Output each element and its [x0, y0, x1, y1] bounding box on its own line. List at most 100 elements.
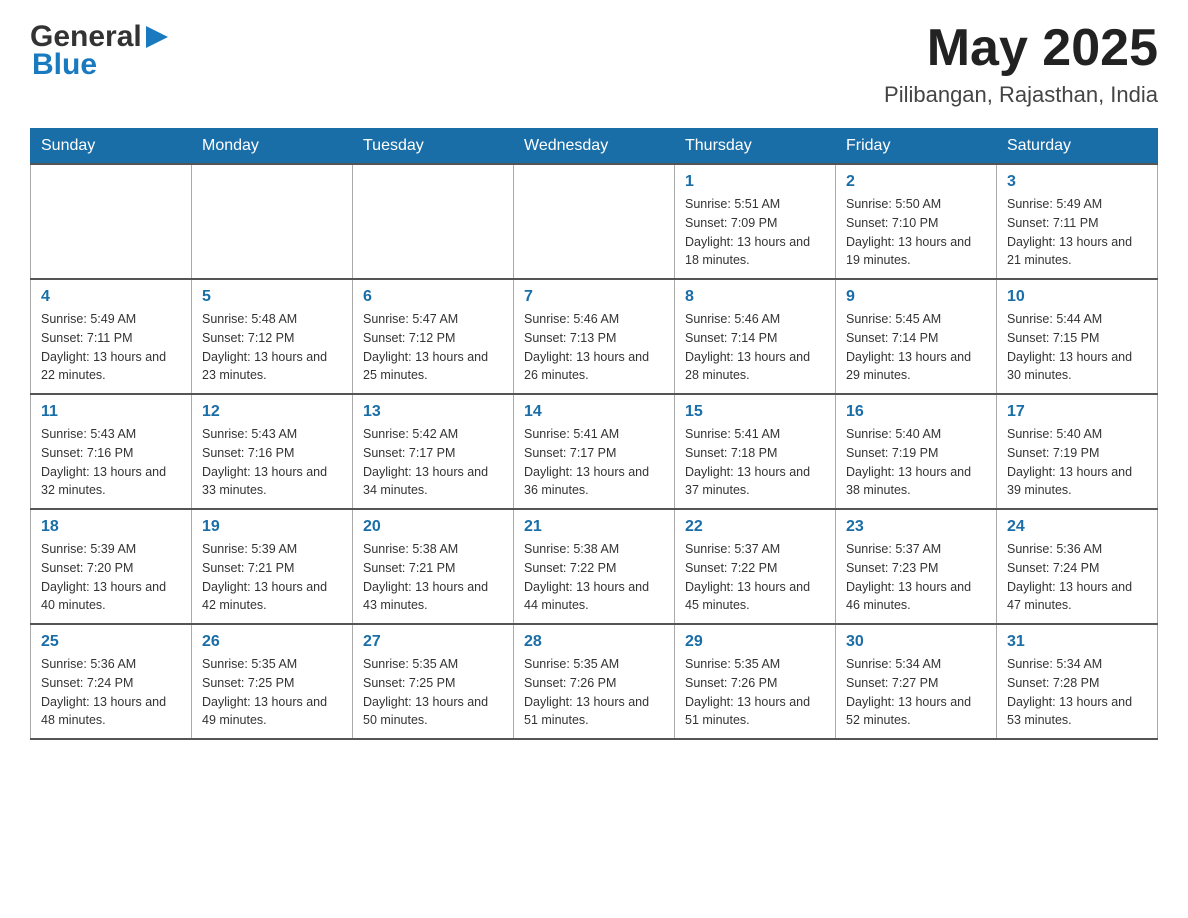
day-info: Sunrise: 5:35 AMSunset: 7:25 PMDaylight:…	[202, 655, 342, 730]
day-number: 14	[524, 403, 664, 421]
day-info: Sunrise: 5:34 AMSunset: 7:28 PMDaylight:…	[1007, 655, 1147, 730]
day-number: 29	[685, 633, 825, 651]
day-info: Sunrise: 5:43 AMSunset: 7:16 PMDaylight:…	[202, 425, 342, 500]
day-info: Sunrise: 5:34 AMSunset: 7:27 PMDaylight:…	[846, 655, 986, 730]
calendar-cell: 8 Sunrise: 5:46 AMSunset: 7:14 PMDaylight…	[675, 279, 836, 394]
calendar-cell: 21Sunrise: 5:38 AMSunset: 7:22 PMDayligh…	[514, 509, 675, 624]
calendar-cell: 20 Sunrise: 5:38 AMSunset: 7:21 PMDayligh…	[353, 509, 514, 624]
day-number: 9	[846, 288, 986, 306]
day-number: 20	[363, 518, 503, 536]
day-info: Sunrise: 5:49 AMSunset: 7:11 PMDaylight:…	[41, 310, 181, 385]
calendar-cell: 25 Sunrise: 5:36 AMSunset: 7:24 PMDayligh…	[31, 624, 192, 739]
logo-blue-text: Blue	[32, 48, 97, 82]
day-number: 7	[524, 288, 664, 306]
day-number: 31	[1007, 633, 1147, 651]
month-year-title: May 2025	[884, 20, 1158, 77]
calendar-cell	[31, 164, 192, 279]
calendar-cell: 17 Sunrise: 5:40 AMSunset: 7:19 PMDayligh…	[997, 394, 1158, 509]
day-number: 1	[685, 173, 825, 191]
day-number: 2	[846, 173, 986, 191]
day-info: Sunrise: 5:39 AMSunset: 7:20 PMDaylight:…	[41, 540, 181, 615]
logo: General Blue	[30, 20, 168, 82]
day-info: Sunrise: 5:46 AMSunset: 7:14 PMDaylight:…	[685, 310, 825, 385]
calendar-week-row: 11 Sunrise: 5:43 AMSunset: 7:16 PMDayligh…	[31, 394, 1158, 509]
calendar-cell: 26 Sunrise: 5:35 AMSunset: 7:25 PMDayligh…	[192, 624, 353, 739]
day-number: 26	[202, 633, 342, 651]
day-number: 16	[846, 403, 986, 421]
calendar-week-row: 1 Sunrise: 5:51 AMSunset: 7:09 PMDaylight…	[31, 164, 1158, 279]
day-info: Sunrise: 5:40 AMSunset: 7:19 PMDaylight:…	[1007, 425, 1147, 500]
day-number: 17	[1007, 403, 1147, 421]
day-number: 25	[41, 633, 181, 651]
day-info: Sunrise: 5:49 AMSunset: 7:11 PMDaylight:…	[1007, 195, 1147, 270]
calendar-cell: 16Sunrise: 5:40 AMSunset: 7:19 PMDayligh…	[836, 394, 997, 509]
day-info: Sunrise: 5:45 AMSunset: 7:14 PMDaylight:…	[846, 310, 986, 385]
calendar-cell: 11Sunrise: 5:43 AMSunset: 7:16 PMDayligh…	[31, 394, 192, 509]
calendar-cell: 30 Sunrise: 5:34 AMSunset: 7:27 PMDayligh…	[836, 624, 997, 739]
calendar-cell: 14 Sunrise: 5:41 AMSunset: 7:17 PMDayligh…	[514, 394, 675, 509]
day-number: 12	[202, 403, 342, 421]
day-number: 18	[41, 518, 181, 536]
calendar-cell: 28 Sunrise: 5:35 AMSunset: 7:26 PMDayligh…	[514, 624, 675, 739]
calendar-cell: 27Sunrise: 5:35 AMSunset: 7:25 PMDayligh…	[353, 624, 514, 739]
calendar-cell: 10Sunrise: 5:44 AMSunset: 7:15 PMDayligh…	[997, 279, 1158, 394]
calendar-day-header: Friday	[836, 129, 997, 165]
calendar-cell: 18 Sunrise: 5:39 AMSunset: 7:20 PMDayligh…	[31, 509, 192, 624]
day-info: Sunrise: 5:36 AMSunset: 7:24 PMDaylight:…	[41, 655, 181, 730]
day-number: 13	[363, 403, 503, 421]
calendar-cell: 3 Sunrise: 5:49 AMSunset: 7:11 PMDaylight…	[997, 164, 1158, 279]
page-header: General Blue May 2025 Pilibangan, Rajast…	[30, 20, 1158, 108]
day-info: Sunrise: 5:38 AMSunset: 7:21 PMDaylight:…	[363, 540, 503, 615]
day-number: 23	[846, 518, 986, 536]
day-info: Sunrise: 5:35 AMSunset: 7:26 PMDaylight:…	[524, 655, 664, 730]
calendar-cell: 23Sunrise: 5:37 AMSunset: 7:23 PMDayligh…	[836, 509, 997, 624]
day-number: 28	[524, 633, 664, 651]
calendar-cell: 22 Sunrise: 5:37 AMSunset: 7:22 PMDayligh…	[675, 509, 836, 624]
calendar-week-row: 4 Sunrise: 5:49 AMSunset: 7:11 PMDaylight…	[31, 279, 1158, 394]
calendar-header-row: SundayMondayTuesdayWednesdayThursdayFrid…	[31, 129, 1158, 165]
day-info: Sunrise: 5:36 AMSunset: 7:24 PMDaylight:…	[1007, 540, 1147, 615]
calendar-cell: 31 Sunrise: 5:34 AMSunset: 7:28 PMDayligh…	[997, 624, 1158, 739]
day-info: Sunrise: 5:46 AMSunset: 7:13 PMDaylight:…	[524, 310, 664, 385]
calendar-day-header: Sunday	[31, 129, 192, 165]
day-info: Sunrise: 5:50 AMSunset: 7:10 PMDaylight:…	[846, 195, 986, 270]
day-number: 6	[363, 288, 503, 306]
day-number: 15	[685, 403, 825, 421]
day-info: Sunrise: 5:51 AMSunset: 7:09 PMDaylight:…	[685, 195, 825, 270]
logo-arrow-icon	[146, 26, 168, 53]
day-number: 10	[1007, 288, 1147, 306]
day-number: 30	[846, 633, 986, 651]
calendar-cell	[514, 164, 675, 279]
calendar-cell: 1 Sunrise: 5:51 AMSunset: 7:09 PMDaylight…	[675, 164, 836, 279]
calendar-cell	[353, 164, 514, 279]
day-number: 5	[202, 288, 342, 306]
day-info: Sunrise: 5:39 AMSunset: 7:21 PMDaylight:…	[202, 540, 342, 615]
day-number: 24	[1007, 518, 1147, 536]
calendar-cell: 7 Sunrise: 5:46 AMSunset: 7:13 PMDaylight…	[514, 279, 675, 394]
calendar-cell: 24 Sunrise: 5:36 AMSunset: 7:24 PMDayligh…	[997, 509, 1158, 624]
day-number: 21	[524, 518, 664, 536]
day-info: Sunrise: 5:37 AMSunset: 7:22 PMDaylight:…	[685, 540, 825, 615]
day-number: 3	[1007, 173, 1147, 191]
calendar-week-row: 25 Sunrise: 5:36 AMSunset: 7:24 PMDayligh…	[31, 624, 1158, 739]
day-info: Sunrise: 5:35 AMSunset: 7:26 PMDaylight:…	[685, 655, 825, 730]
calendar-cell: 29 Sunrise: 5:35 AMSunset: 7:26 PMDayligh…	[675, 624, 836, 739]
day-info: Sunrise: 5:48 AMSunset: 7:12 PMDaylight:…	[202, 310, 342, 385]
day-info: Sunrise: 5:41 AMSunset: 7:17 PMDaylight:…	[524, 425, 664, 500]
calendar-day-header: Thursday	[675, 129, 836, 165]
day-info: Sunrise: 5:35 AMSunset: 7:25 PMDaylight:…	[363, 655, 503, 730]
calendar-cell: 5 Sunrise: 5:48 AMSunset: 7:12 PMDaylight…	[192, 279, 353, 394]
calendar-day-header: Saturday	[997, 129, 1158, 165]
day-number: 4	[41, 288, 181, 306]
calendar-cell: 13 Sunrise: 5:42 AMSunset: 7:17 PMDayligh…	[353, 394, 514, 509]
day-number: 8	[685, 288, 825, 306]
day-number: 22	[685, 518, 825, 536]
calendar-table: SundayMondayTuesdayWednesdayThursdayFrid…	[30, 128, 1158, 740]
calendar-cell: 6 Sunrise: 5:47 AMSunset: 7:12 PMDaylight…	[353, 279, 514, 394]
calendar-day-header: Wednesday	[514, 129, 675, 165]
title-block: May 2025 Pilibangan, Rajasthan, India	[884, 20, 1158, 108]
calendar-cell: 9 Sunrise: 5:45 AMSunset: 7:14 PMDaylight…	[836, 279, 997, 394]
day-info: Sunrise: 5:47 AMSunset: 7:12 PMDaylight:…	[363, 310, 503, 385]
day-info: Sunrise: 5:42 AMSunset: 7:17 PMDaylight:…	[363, 425, 503, 500]
day-number: 11	[41, 403, 181, 421]
